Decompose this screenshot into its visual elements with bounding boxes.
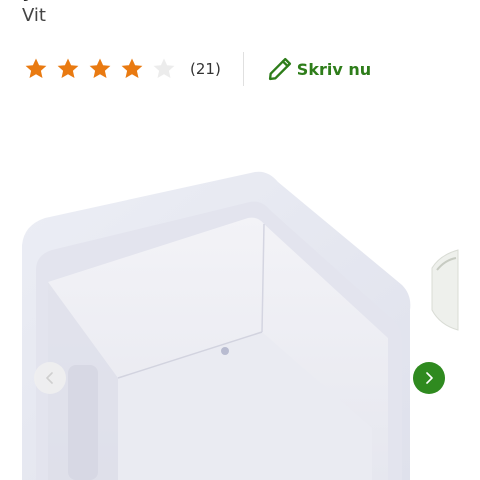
star-filled-icon xyxy=(89,58,111,78)
write-review-label: Skriv nu xyxy=(296,59,372,79)
pencil-icon xyxy=(268,57,291,81)
product-gallery[interactable] xyxy=(0,110,480,480)
product-image xyxy=(22,160,480,480)
rating-row: (21) Skriv nu xyxy=(24,52,371,86)
star-filled-icon xyxy=(25,58,47,78)
gallery-prev-button[interactable] xyxy=(34,362,66,394)
write-review-button[interactable]: Skriv nu xyxy=(266,55,371,83)
product-title-fragment: y xyxy=(22,0,36,2)
star-empty-icon xyxy=(153,58,175,78)
product-variant: Vit xyxy=(22,5,46,26)
star-rating[interactable] xyxy=(24,57,176,81)
star-filled-icon xyxy=(121,58,143,78)
chevron-left-icon xyxy=(46,372,53,384)
gallery-next-button[interactable] xyxy=(413,362,445,394)
chevron-right-icon xyxy=(426,372,433,384)
review-count[interactable]: (21) xyxy=(190,60,221,78)
divider xyxy=(242,52,244,86)
star-filled-icon xyxy=(57,58,79,78)
